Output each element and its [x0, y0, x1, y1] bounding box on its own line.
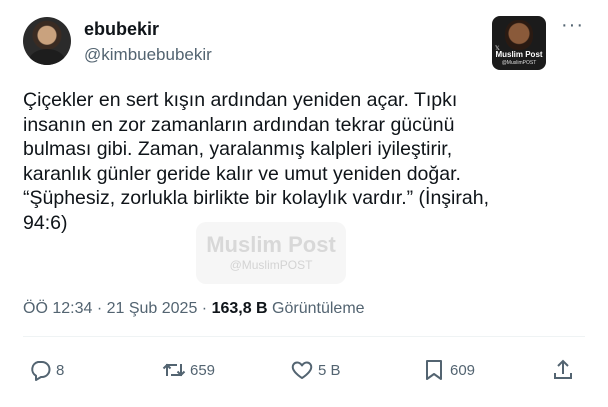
views-label: Görüntüleme: [267, 300, 365, 317]
display-name[interactable]: ebubekir: [84, 19, 159, 40]
share-button[interactable]: [551, 355, 575, 385]
user-handle[interactable]: @kimbuebubekir: [84, 45, 212, 65]
retweet-button[interactable]: 659: [162, 355, 215, 385]
reply-count: 8: [56, 361, 65, 379]
badge-avatar: [505, 20, 533, 50]
tweet-time[interactable]: ÖÖ 12:34: [23, 300, 92, 317]
watermark-handle: @MuslimPOST: [229, 258, 313, 272]
tweet-date[interactable]: 21 Şub 2025: [107, 300, 198, 317]
watermark-title: Muslim Post: [206, 232, 336, 257]
more-options-icon[interactable]: ···: [561, 15, 583, 38]
bookmark-icon: [426, 360, 442, 380]
avatar[interactable]: [23, 17, 71, 65]
tweet-text: Çiçekler en sert kışın ardından yeniden …: [23, 89, 489, 234]
bookmark-button[interactable]: 609: [422, 355, 475, 385]
meta-separator: ·: [92, 300, 107, 317]
tweet-meta: ÖÖ 12:34 · 21 Şub 2025 · 163,8 B Görüntü…: [23, 300, 365, 318]
tweet-card: ebubekir @kimbuebubekir 𝕏 Muslim Post @M…: [0, 0, 608, 407]
retweet-icon: [162, 363, 186, 377]
like-button[interactable]: 5 B: [290, 355, 341, 385]
badge-name: Muslim Post: [495, 50, 543, 59]
muslim-post-badge[interactable]: 𝕏 Muslim Post @MuslimPOST: [492, 16, 546, 70]
reply-button[interactable]: 8: [28, 355, 64, 385]
action-bar: 8 659 5 B 609: [0, 355, 608, 385]
like-count: 5 B: [318, 361, 341, 379]
badge-handle: @MuslimPOST: [501, 60, 537, 66]
avatar-figure: [29, 49, 65, 65]
bookmark-count: 609: [450, 361, 476, 379]
share-icon: [554, 359, 572, 379]
retweet-count: 659: [190, 361, 216, 379]
meta-separator: ·: [197, 300, 212, 317]
divider: [23, 336, 585, 337]
heart-icon: [291, 361, 313, 379]
views-count: 163,8 B: [211, 300, 268, 317]
reply-icon: [31, 361, 51, 381]
